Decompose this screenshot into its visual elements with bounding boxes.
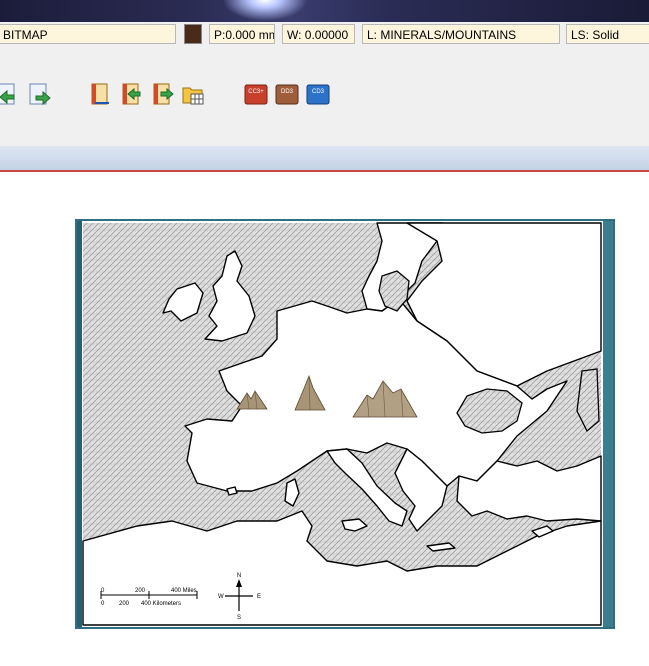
scale-miles-400: 400 Miles <box>171 588 197 594</box>
folder-grid-button[interactable] <box>180 81 206 107</box>
export-icon <box>153 83 174 105</box>
color-swatch[interactable] <box>184 24 202 44</box>
line-style-value: LS: Solid <box>571 28 620 42</box>
document-tab-bar <box>0 146 649 172</box>
map-frame[interactable]: 0 200 400 Miles 0 200 400 Kilometers N S… <box>75 219 615 629</box>
cd3-label: CD3 <box>312 89 325 95</box>
book-button[interactable] <box>87 81 113 107</box>
import-icon <box>122 83 141 105</box>
mode-value: BITMAP <box>3 28 48 42</box>
layer-value: L: MINERALS/MOUNTAINS <box>367 28 517 42</box>
mode-field[interactable]: BITMAP <box>0 24 176 44</box>
scale-km-200: 200 <box>119 601 130 607</box>
line-style-field[interactable]: LS: Solid <box>566 24 649 44</box>
arrow-right-button[interactable] <box>26 81 52 107</box>
arrow-left-button[interactable] <box>0 81 20 107</box>
compass-s: S <box>237 615 241 621</box>
cc3-label: CC3+ <box>248 89 264 95</box>
cc3-red-icon: CC3+ <box>244 84 268 105</box>
layer-field[interactable]: L: MINERALS/MOUNTAINS <box>362 24 560 44</box>
toolbar-strip <box>0 112 649 147</box>
arrow-right-icon <box>29 83 51 106</box>
compass-n: N <box>237 573 241 579</box>
cc3-button[interactable]: CC3+ <box>243 81 269 107</box>
compass-w: W <box>218 594 224 600</box>
book-icon <box>91 83 109 105</box>
pen-value: P:0.000 mm <box>214 28 275 42</box>
scale-miles-200: 200 <box>135 588 146 594</box>
pen-field[interactable]: P:0.000 mm <box>209 24 275 44</box>
dd3-button[interactable]: DD3 <box>274 81 300 107</box>
dd3-brown-icon: DD3 <box>275 84 299 105</box>
export-button[interactable] <box>149 81 175 107</box>
width-value: W: 0.00000 <box>287 28 349 42</box>
europe-map: 0 200 400 Miles 0 200 400 Kilometers N S… <box>82 222 602 626</box>
balearic-islands <box>226 486 238 496</box>
cd3-button[interactable]: CD3 <box>305 81 331 107</box>
dd3-label: DD3 <box>281 89 294 95</box>
width-field[interactable]: W: 0.00000 <box>282 24 355 44</box>
compass-e: E <box>257 594 261 600</box>
cd3-blue-icon: CD3 <box>306 84 330 105</box>
arrow-left-icon <box>0 83 15 105</box>
window-title-banner <box>0 0 649 22</box>
scale-km-400: 400 Kilometers <box>141 601 181 607</box>
import-button[interactable] <box>118 81 144 107</box>
folder-grid-icon <box>182 87 204 105</box>
